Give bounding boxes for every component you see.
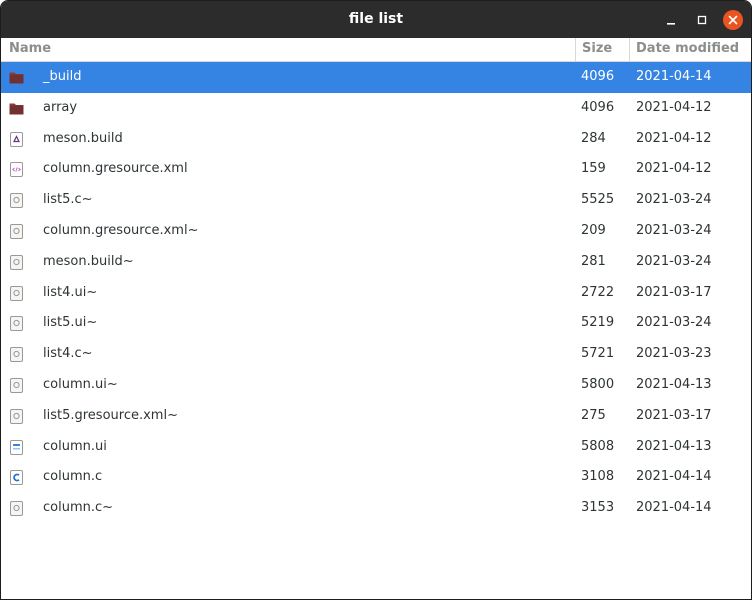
table-row[interactable]: column.gresource.xml~ 209 2021-03-24 [1,216,751,247]
file-size: 281 [581,253,606,269]
file-date: 2021-03-24 [636,315,712,331]
file-name: _build [43,69,82,84]
file-list: _build 4096 2021-04-14 array 4096 2021-04-12 m… [1,62,751,524]
file-size: 2722 [581,284,615,300]
file-name: list5.ui~ [43,315,98,331]
file-name: meson.build [43,130,123,146]
backup-file-icon [9,370,25,401]
file-name: column.ui [43,438,107,454]
file-name: column.c~ [43,500,114,516]
table-row-selected[interactable]: _build 4096 2021-04-14 [1,62,751,93]
file-name: list5.c~ [43,192,93,208]
table-row[interactable]: column.c~ 3153 2021-04-14 [1,493,751,524]
backup-file-icon [9,216,25,247]
backup-file-icon [9,308,25,339]
table-row[interactable]: column.ui~ 5800 2021-04-13 [1,370,751,401]
file-name: column.c [43,469,103,485]
xml-file-icon [9,154,25,185]
backup-file-icon [9,339,25,370]
close-button[interactable] [723,10,743,30]
file-date: 2021-04-12 [636,130,712,146]
file-date: 2021-04-12 [636,161,712,177]
file-name: column.gresource.xml~ [43,222,199,238]
file-size: 275 [581,407,606,423]
file-name: meson.build~ [43,253,134,269]
file-size: 3153 [581,500,615,516]
table-row[interactable]: meson.build~ 281 2021-03-24 [1,247,751,278]
table-row[interactable]: meson.build 284 2021-04-12 [1,124,751,155]
file-date: 2021-04-14 [636,469,712,485]
file-size: 5219 [581,315,615,331]
file-date: 2021-03-23 [636,346,712,362]
file-name: list4.ui~ [43,284,98,300]
maximize-icon [697,15,707,25]
window-title: file list [348,11,404,27]
file-size: 4096 [581,99,615,115]
title-bar[interactable]: file list [1,1,751,38]
table-row[interactable]: list5.ui~ 5219 2021-03-24 [1,308,751,339]
file-date: 2021-03-24 [636,222,712,238]
file-date: 2021-04-14 [636,69,712,84]
table-row[interactable]: list4.ui~ 2722 2021-03-17 [1,278,751,309]
table-row[interactable]: list5.gresource.xml~ 275 2021-03-17 [1,401,751,432]
backup-file-icon [9,401,25,432]
folder-icon [9,62,25,93]
backup-file-icon [9,247,25,278]
app-window: file list Name Size Date modified _build… [0,0,752,600]
folder-icon [9,93,25,124]
column-header-name[interactable]: Name [3,38,575,61]
file-name: list4.c~ [43,346,93,362]
ui-file-icon [9,432,25,463]
file-date: 2021-04-12 [636,99,712,115]
file-size: 209 [581,222,606,238]
file-size: 4096 [581,69,615,84]
close-icon [728,15,738,25]
table-row[interactable]: array 4096 2021-04-12 [1,93,751,124]
backup-file-icon [9,185,25,216]
backup-file-icon [9,493,25,524]
file-date: 2021-04-13 [636,376,712,392]
file-date: 2021-03-17 [636,284,712,300]
file-date: 2021-04-14 [636,500,712,516]
maximize-button[interactable] [692,10,712,30]
meson-file-icon [9,124,25,155]
file-size: 3108 [581,469,615,485]
table-row[interactable]: column.gresource.xml 159 2021-04-12 [1,154,751,185]
column-header-size[interactable]: Size [575,38,629,61]
file-size: 5800 [581,376,615,392]
file-name: column.gresource.xml [43,161,188,177]
minimize-button[interactable] [661,10,681,30]
file-name: array [43,99,78,115]
column-header-bar: Name Size Date modified [1,38,751,62]
file-size: 5808 [581,438,615,454]
file-size: 5721 [581,346,615,362]
table-row[interactable]: column.c 3108 2021-04-14 [1,462,751,493]
file-size: 5525 [581,192,615,208]
minimize-icon [667,23,675,25]
file-date: 2021-04-13 [636,438,712,454]
table-row[interactable]: column.ui 5808 2021-04-13 [1,432,751,463]
c-source-icon [9,462,25,493]
file-name: list5.gresource.xml~ [43,407,178,423]
file-size: 159 [581,161,606,177]
column-header-date[interactable]: Date modified [629,38,751,61]
file-size: 284 [581,130,606,146]
table-row[interactable]: list5.c~ 5525 2021-03-24 [1,185,751,216]
file-date: 2021-03-17 [636,407,712,423]
backup-file-icon [9,278,25,309]
file-date: 2021-03-24 [636,192,712,208]
file-name: column.ui~ [43,376,118,392]
file-date: 2021-03-24 [636,253,712,269]
table-row[interactable]: list4.c~ 5721 2021-03-23 [1,339,751,370]
